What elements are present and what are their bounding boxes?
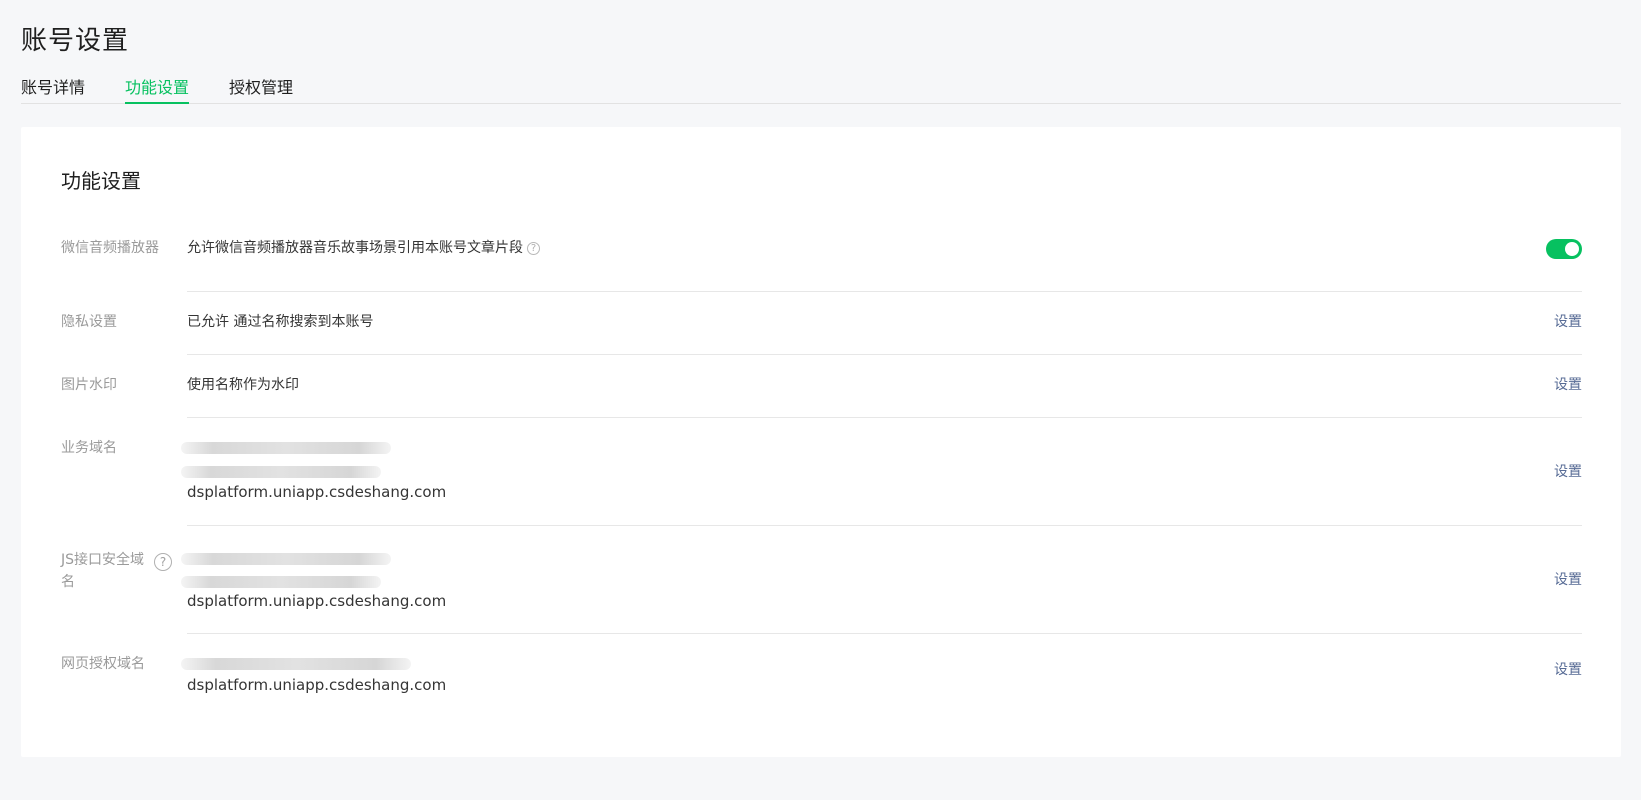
domain-value: dsplatform.uniapp.csdeshang.com — [187, 676, 447, 694]
row-label: 业务域名 — [61, 440, 117, 456]
page-title: 账号设置 — [21, 26, 130, 56]
tab-authorization-management[interactable]: 授权管理 — [229, 74, 293, 104]
tab-feature-settings[interactable]: 功能设置 — [125, 74, 190, 104]
row-value: 使用名称作为水印 — [187, 377, 299, 393]
watermark-settings-button[interactable]: 设置 — [1554, 374, 1582, 396]
tab-account-details[interactable]: 账号详情 — [21, 74, 85, 104]
audio-player-toggle[interactable] — [1546, 239, 1582, 259]
row-value: 允许微信音频播放器音乐故事场景引用本账号文章片段? — [187, 237, 540, 259]
row-label: 隐私设置 — [61, 314, 117, 330]
settings-row-js-domain: JS接口安全域名 ? dsplatform.uniapp.csdeshang.c… — [61, 526, 1582, 634]
domain-value: dsplatform.uniapp.csdeshang.com — [187, 483, 447, 501]
redacted-domain — [181, 576, 381, 588]
domain-value: dsplatform.uniapp.csdeshang.com — [187, 592, 447, 610]
settings-row-web-auth-domain: 网页授权域名 dsplatform.uniapp.csdeshang.com 设… — [61, 634, 1582, 720]
web-auth-domain-settings-button[interactable]: 设置 — [1554, 659, 1582, 681]
row-label: JS接口安全域名 — [61, 552, 145, 590]
settings-row-business-domain: 业务域名 dsplatform.uniapp.csdeshang.com 设置 — [61, 418, 1582, 526]
redacted-domain — [181, 466, 381, 478]
row-body: dsplatform.uniapp.csdeshang.com 设置 — [181, 634, 1582, 720]
settings-row-audio-player: 微信音频播放器 允许微信音频播放器音乐故事场景引用本账号文章片段? — [61, 229, 1582, 292]
row-body: 已允许 通过名称搜索到本账号 设置 — [187, 292, 1582, 355]
row-body: 允许微信音频播放器音乐故事场景引用本账号文章片段? — [187, 229, 1582, 292]
redacted-domain — [181, 553, 391, 565]
business-domain-settings-button[interactable]: 设置 — [1554, 461, 1582, 483]
toggle-knob — [1565, 242, 1579, 256]
row-label: 网页授权域名 — [61, 656, 145, 672]
row-label: 微信音频播放器 — [61, 240, 159, 256]
help-icon[interactable]: ? — [527, 241, 540, 255]
help-icon[interactable]: ? — [154, 553, 172, 571]
settings-row-watermark: 图片水印 使用名称作为水印 设置 — [61, 355, 1582, 418]
row-label: 图片水印 — [61, 377, 117, 393]
row-body: 使用名称作为水印 设置 — [187, 355, 1582, 418]
audio-player-description: 允许微信音频播放器音乐故事场景引用本账号文章片段 — [187, 240, 523, 256]
redacted-domain — [181, 442, 391, 454]
settings-row-privacy: 隐私设置 已允许 通过名称搜索到本账号 设置 — [61, 292, 1582, 355]
row-body: dsplatform.uniapp.csdeshang.com 设置 — [181, 418, 1582, 526]
card-title: 功能设置 — [61, 169, 141, 193]
row-value: 已允许 通过名称搜索到本账号 — [187, 314, 374, 330]
js-domain-settings-button[interactable]: 设置 — [1554, 569, 1582, 591]
privacy-settings-button[interactable]: 设置 — [1554, 311, 1582, 333]
tab-bar: 账号详情 功能设置 授权管理 — [21, 74, 1621, 104]
redacted-domain — [181, 658, 411, 670]
row-body: dsplatform.uniapp.csdeshang.com 设置 — [181, 526, 1582, 634]
settings-card: 功能设置 微信音频播放器 允许微信音频播放器音乐故事场景引用本账号文章片段? 隐… — [21, 127, 1621, 757]
